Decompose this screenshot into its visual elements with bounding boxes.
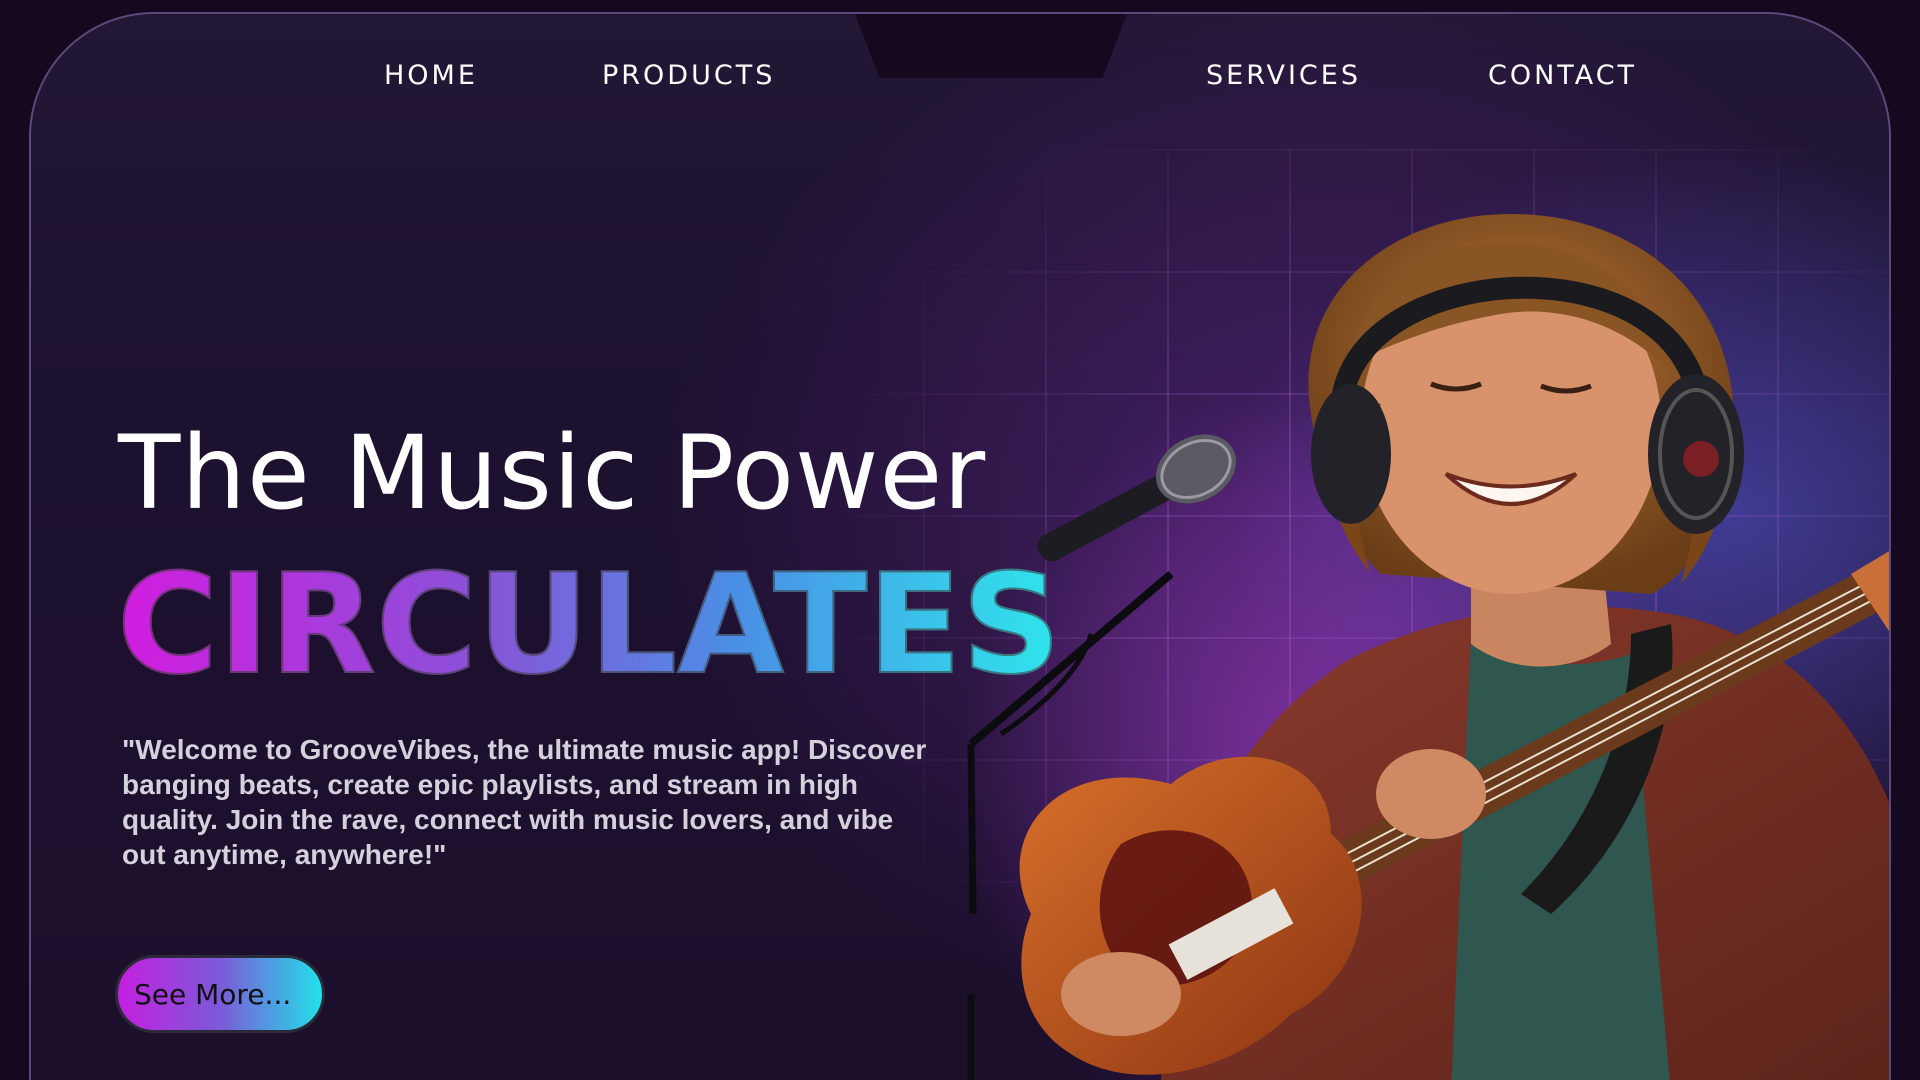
nav-home-link[interactable]: HOME — [384, 60, 478, 91]
see-more-button[interactable]: See More... — [115, 955, 325, 1033]
nav-services-link[interactable]: SERVICES — [1206, 60, 1361, 91]
main-nav: HOME PRODUCTS SERVICES CONTACT — [31, 60, 1889, 100]
hero-description: "Welcome to GrooveVibes, the ultimate mu… — [122, 734, 927, 870]
hero-frame: HOME PRODUCTS SERVICES CONTACT The Music… — [29, 12, 1891, 1080]
nav-products-link[interactable]: PRODUCTS — [602, 60, 775, 91]
hero-title: The Music Power — [118, 414, 987, 533]
hero-subtitle: CIRCULATES — [116, 543, 1062, 706]
nav-contact-link[interactable]: CONTACT — [1488, 60, 1637, 91]
microphone — [1037, 434, 1237, 562]
